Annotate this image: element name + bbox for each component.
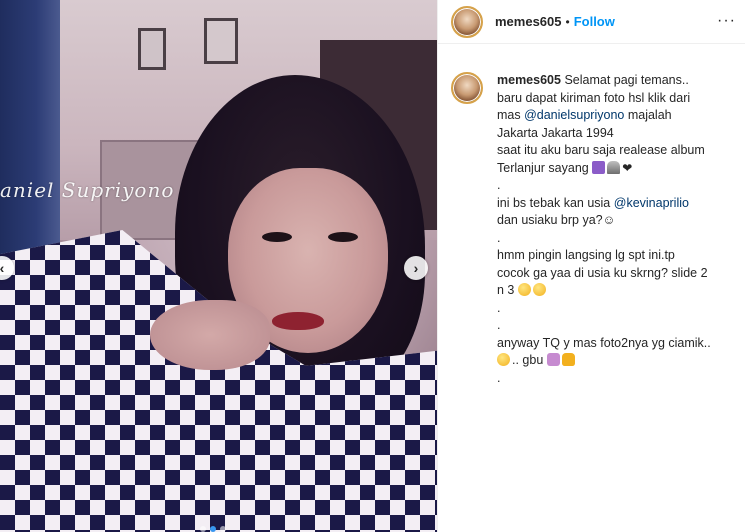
follow-button[interactable]: Follow [574, 14, 615, 29]
next-arrow-icon[interactable]: › [404, 256, 428, 280]
emoji-icon [517, 283, 531, 296]
caption-text: . [497, 318, 501, 332]
emoji-icon [607, 160, 621, 174]
caption-text: . [497, 370, 501, 385]
caption-text: anyway TQ y mas foto2nya yg ciamik.. [497, 335, 711, 350]
caption-text: hmm pingin langsing lg spt ini.tp [497, 248, 675, 262]
caption-text: ini bs tebak kan usia [497, 195, 614, 210]
photo-eye [328, 232, 358, 242]
caption-text: . [497, 178, 501, 192]
photo-eye [262, 232, 292, 242]
caption-text: baru dapat kiriman foto hsl klik dari [497, 90, 691, 105]
post-caption: memes605 Selamat pagi temans.. baru dapa… [451, 72, 736, 387]
header-username[interactable]: memes605 [495, 14, 562, 29]
caption-text: Terlanjur sayang [497, 160, 589, 175]
post-photo[interactable]: aniel Supriyono ‹ › [0, 0, 437, 532]
photo-arm [150, 300, 270, 370]
caption-text: Jakarta Jakarta 1994 [497, 125, 614, 140]
photo-lips [272, 312, 324, 330]
caption-text: saat itu aku baru saja realease album [497, 143, 705, 157]
caption-text: cocok ga yaa di usia ku skrng? slide 2 [497, 265, 708, 280]
emoji-icon [497, 353, 510, 366]
carousel-dot-active [210, 526, 216, 532]
emoji-icon [546, 353, 560, 366]
caption-body: memes605 Selamat pagi temans.. baru dapa… [497, 72, 736, 387]
photo-watermark: aniel Supriyono [0, 178, 175, 202]
caption-text: Selamat pagi temans.. [564, 73, 689, 87]
caption-text: majalah [624, 108, 672, 122]
caption-text: . [497, 300, 501, 315]
emoji-icon [592, 160, 606, 174]
post-sidebar: memes605 • Follow ··· memes605 Selamat p… [437, 0, 745, 532]
caption-username[interactable]: memes605 [497, 73, 561, 87]
heart-icon: ❤ [622, 160, 633, 175]
post-header: memes605 • Follow ··· [438, 0, 745, 44]
caption-text: .. gbu [512, 353, 544, 367]
caption-text: dan usiaku brp ya?☺ [497, 213, 616, 227]
more-options-icon[interactable]: ··· [717, 12, 736, 30]
header-separator: • [565, 14, 570, 29]
caption-text: mas [497, 108, 525, 122]
carousel-dot [200, 526, 206, 532]
avatar-icon[interactable] [451, 72, 483, 104]
emoji-icon [532, 283, 546, 296]
caption-text: . [497, 230, 501, 245]
mention-link[interactable]: @danielsupriyono [524, 108, 624, 122]
emoji-icon [561, 353, 575, 366]
photo-curtain [0, 0, 60, 260]
photo-wall-frame [204, 18, 238, 64]
photo-wall-frame [138, 28, 166, 70]
carousel-dots [200, 526, 226, 532]
mention-link[interactable]: @kevinaprilio [614, 196, 689, 210]
carousel-dot [220, 526, 226, 532]
avatar-icon[interactable] [451, 5, 483, 38]
caption-text: n 3 [497, 283, 515, 297]
